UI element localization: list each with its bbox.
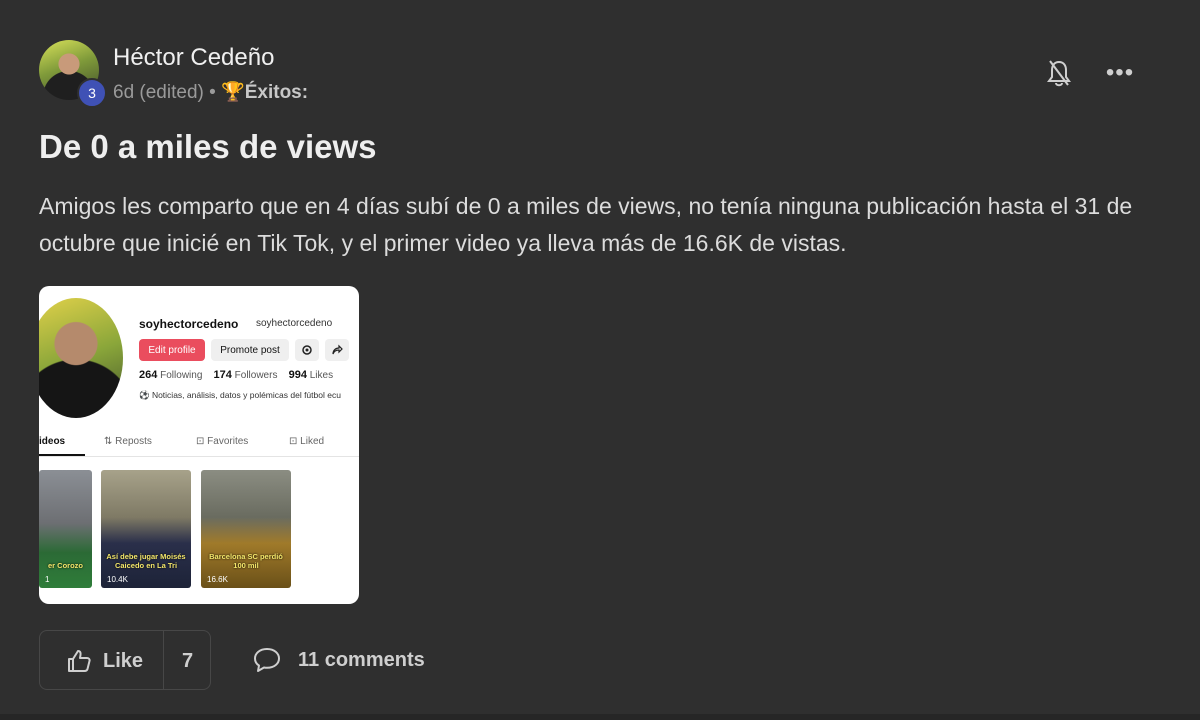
like-button-group: Like 7: [39, 630, 211, 690]
like-count[interactable]: 7: [164, 650, 211, 673]
level-badge: 3: [77, 78, 107, 108]
author-avatar[interactable]: 3: [39, 40, 107, 108]
following-count: 264: [139, 369, 158, 381]
video-thumbnail: er Corozo 1: [39, 470, 92, 588]
tab-videos: ideos: [39, 436, 66, 447]
post-title: De 0 a miles de views: [39, 128, 377, 165]
tab-liked: ⊡ Liked: [289, 436, 325, 447]
tiktok-bio: ⚽ Noticias, análisis, datos y polémicas …: [139, 390, 341, 400]
promote-post-button: Promote post: [211, 339, 289, 361]
attached-image[interactable]: soyhectorcedeno soyhectorcedeno Edit pro…: [39, 286, 359, 604]
tab-favorites: ⊡ Favorites: [196, 436, 249, 447]
followers-count: 174: [213, 369, 232, 381]
thumbnail-views: 1: [45, 575, 50, 584]
comment-icon[interactable]: [252, 646, 282, 674]
followers-label: Followers: [234, 370, 278, 381]
video-thumbnail: Barcelona SC perdió 100 mil 16.6K: [201, 470, 291, 588]
tab-reposts: ⇅ Reposts: [104, 436, 152, 447]
comments-link[interactable]: 11 comments: [298, 649, 425, 672]
tiktok-profile-photo: [39, 298, 123, 418]
thumbnail-views: 16.6K: [207, 575, 228, 584]
more-dots-icon[interactable]: •••: [1104, 61, 1136, 85]
post-body: Amigos les comparto que en 4 días subí d…: [39, 193, 1133, 256]
likes-label: Likes: [309, 370, 334, 381]
likes-count: 994: [288, 369, 307, 381]
post-divider: [0, 714, 1200, 720]
thumbnail-caption: Barcelona SC perdió 100 mil: [209, 552, 283, 570]
tabs-divider: [39, 456, 359, 457]
following-label: Following: [160, 370, 203, 381]
tiktok-stats: 264 Following 174 Followers 994 Likes: [139, 369, 333, 381]
edit-profile-button: Edit profile: [139, 339, 205, 361]
community-post: 3 Héctor Cedeño 6d (edited) • 🏆Éxitos: •…: [0, 0, 1200, 720]
post-time[interactable]: 6d (edited): [113, 82, 204, 103]
gear-icon: [295, 339, 319, 361]
tiktok-tabs: ideos ⇅ Reposts ⊡ Favorites ⊡ Liked: [39, 436, 359, 458]
thumbnail-views: 10.4K: [107, 575, 128, 584]
trophy-icon: 🏆: [221, 82, 245, 103]
author-name[interactable]: Héctor Cedeño: [113, 44, 274, 72]
video-thumbnail: Así debe jugar Moisés Caicedo en La Tri …: [101, 470, 191, 588]
tiktok-handle: soyhectorcedeno: [256, 318, 333, 329]
tiktok-username: soyhectorcedeno: [139, 317, 239, 331]
like-button[interactable]: Like: [103, 650, 143, 673]
thumbs-up-icon[interactable]: [66, 648, 92, 674]
post-meta: 6d (edited) • 🏆Éxitos:: [113, 80, 308, 104]
thumbnail-caption: er Corozo: [47, 561, 83, 570]
share-icon: [325, 339, 349, 361]
post-category[interactable]: Éxitos:: [245, 82, 308, 103]
bell-off-icon[interactable]: [1046, 58, 1072, 88]
meta-separator: •: [209, 82, 216, 103]
thumbnail-caption: Así debe jugar Moisés Caicedo en La Tri: [106, 552, 186, 570]
